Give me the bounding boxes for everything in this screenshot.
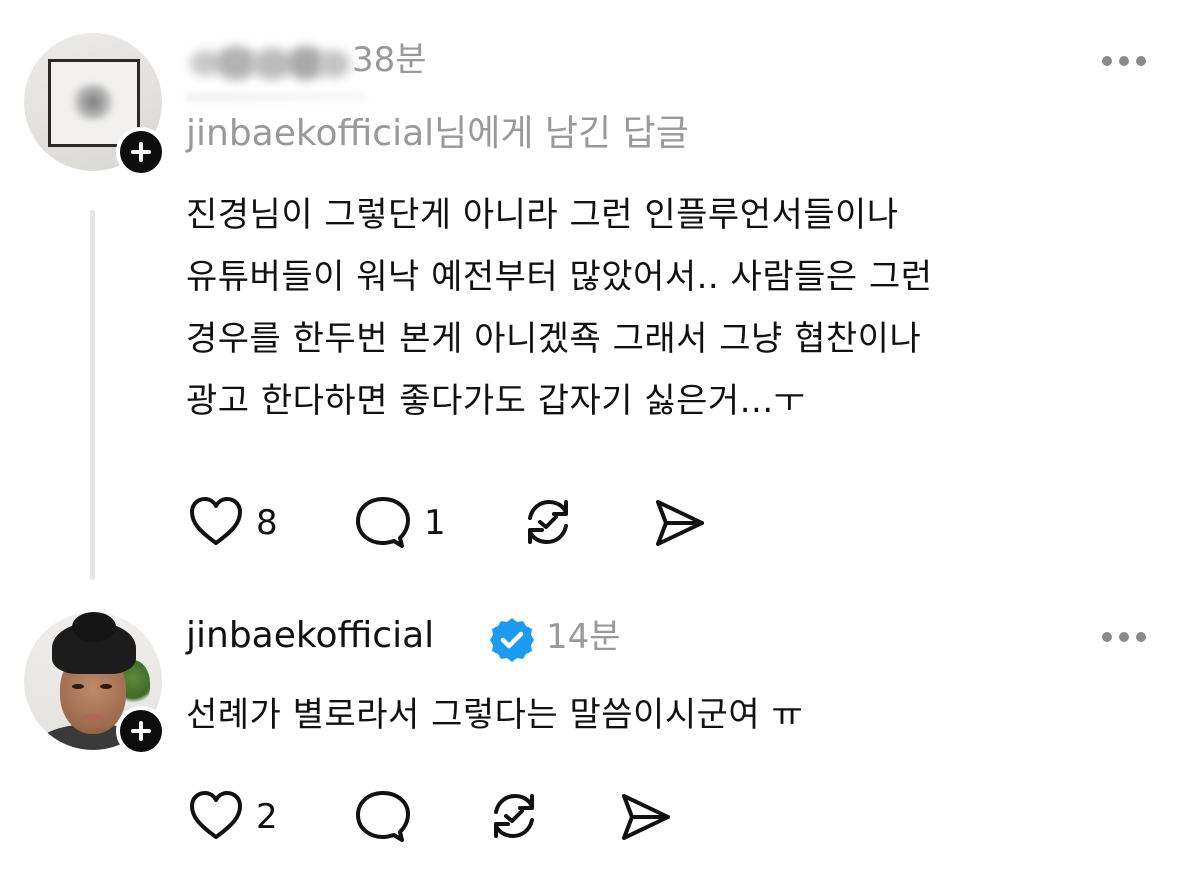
comment-line: 진경님이 그렇단게 아니라 그런 인플루언서들이나: [186, 195, 899, 235]
more-options-icon[interactable]: [1102, 632, 1146, 642]
comment-time: 14분: [546, 617, 621, 657]
redacted-username[interactable]: [190, 40, 358, 90]
comment-bubble-icon[interactable]: [354, 790, 410, 844]
send-icon[interactable]: [652, 496, 706, 550]
comment-line: 광고 한다하면 좋다가도 갑자기 싫은거...ㅜ: [186, 381, 806, 421]
comment-text: 진경님이 그렇단게 아니라 그런 인플루언서들이나 유튜버들이 워낙 예전부터 …: [186, 184, 933, 432]
follow-plus-icon[interactable]: [116, 127, 166, 177]
follow-plus-icon[interactable]: [116, 706, 166, 756]
redaction-bar: [186, 92, 366, 102]
thread-line: [90, 210, 95, 580]
comment-text: 선례가 별로라서 그렇다는 말씀이시군여 ㅠ: [186, 684, 803, 746]
comment-line: 선례가 별로라서 그렇다는 말씀이시군여 ㅠ: [186, 695, 804, 735]
like-count: 2: [256, 797, 278, 837]
username[interactable]: jinbaekofficial: [186, 618, 434, 654]
comment-bubble-icon[interactable]: [354, 496, 410, 550]
repost-icon[interactable]: [486, 788, 542, 844]
heart-icon[interactable]: [188, 790, 244, 842]
comment-line: 경우를 한두번 본게 아니겠죡 그래서 그냥 협찬이나: [186, 319, 922, 359]
repost-icon[interactable]: [520, 494, 576, 550]
reply-to-label[interactable]: jinbaekofficial님에게 남긴 답글: [186, 116, 689, 152]
verified-badge-icon: [490, 618, 534, 662]
comment-time: 38분: [352, 40, 427, 80]
reply-count: 1: [424, 503, 446, 543]
comment-line: 유튜버들이 워낙 예전부터 많았어서.. 사람들은 그런: [186, 257, 933, 297]
like-count: 8: [256, 503, 278, 543]
send-icon[interactable]: [618, 790, 672, 844]
more-options-icon[interactable]: [1102, 56, 1146, 66]
heart-icon[interactable]: [188, 496, 244, 548]
